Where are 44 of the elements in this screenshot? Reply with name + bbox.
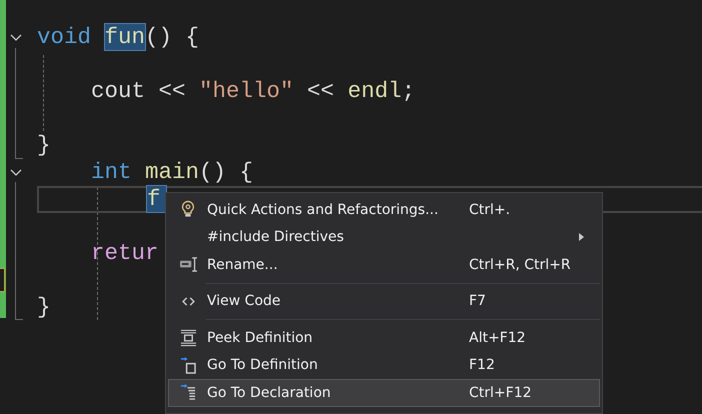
menu-item[interactable]: Peek Definition Alt+F12 xyxy=(168,324,600,352)
lightbulb-icon xyxy=(180,200,196,220)
menu-item-label: Peek Definition xyxy=(207,330,314,346)
menu-item[interactable]: View Code F7 xyxy=(168,288,600,315)
code-token: } xyxy=(37,132,51,158)
chevron-icon[interactable] xyxy=(10,168,22,176)
shortcut-text: Ctrl+R, Ctrl+R xyxy=(469,256,572,273)
menu-item[interactable]: Rename... Ctrl+R, Ctrl+R xyxy=(168,251,600,278)
shortcut-text: F7 xyxy=(469,293,487,310)
code-token: "hello" xyxy=(199,78,294,104)
menu-item-label: Quick Actions and Refactorings... xyxy=(207,202,440,218)
code-token: } xyxy=(37,294,51,320)
highlighted-symbol: f xyxy=(147,186,166,212)
shortcut-text: Ctrl+. xyxy=(469,202,512,218)
menu-item[interactable]: Go To Definition F12 xyxy=(168,352,600,379)
code-token: ; xyxy=(402,78,416,104)
menu-item-label: #include Directives xyxy=(207,229,345,246)
shortcut-text: Ctrl+F12 xyxy=(469,384,533,401)
menu-item[interactable]: Go To Declaration Ctrl+F12 xyxy=(168,379,600,406)
code-token: endl xyxy=(348,78,402,104)
menu-item[interactable]: #include Directives xyxy=(168,224,600,251)
menu-item-label: Rename... xyxy=(207,256,279,273)
code-token: cout << xyxy=(90,78,187,104)
code-token: void xyxy=(37,24,92,50)
menu-item-label: View Code xyxy=(207,293,282,310)
highlighted-symbol: fun xyxy=(104,24,146,50)
code-token: () { xyxy=(145,24,200,50)
change-marker xyxy=(0,268,5,292)
rename-icon xyxy=(178,257,198,272)
chevron-icon[interactable] xyxy=(10,34,22,42)
shortcut-text: Alt+F12 xyxy=(469,330,527,346)
go-to-list-icon xyxy=(180,384,196,402)
peek-icon xyxy=(180,328,196,347)
code-token: main xyxy=(145,159,200,185)
menu-item-label: Go To Declaration xyxy=(207,384,332,401)
menu-item-label: Go To Definition xyxy=(207,357,319,374)
shortcut-text: F12 xyxy=(469,357,496,374)
code-token: << xyxy=(306,78,336,104)
go-to-box-icon xyxy=(180,356,196,374)
code-token: retur xyxy=(90,240,159,266)
code-token: () { xyxy=(199,159,254,185)
code-token: int xyxy=(90,159,133,185)
angle-brackets-icon xyxy=(182,296,194,306)
menu-item[interactable]: Quick Actions and Refactorings... Ctrl+. xyxy=(168,196,600,224)
